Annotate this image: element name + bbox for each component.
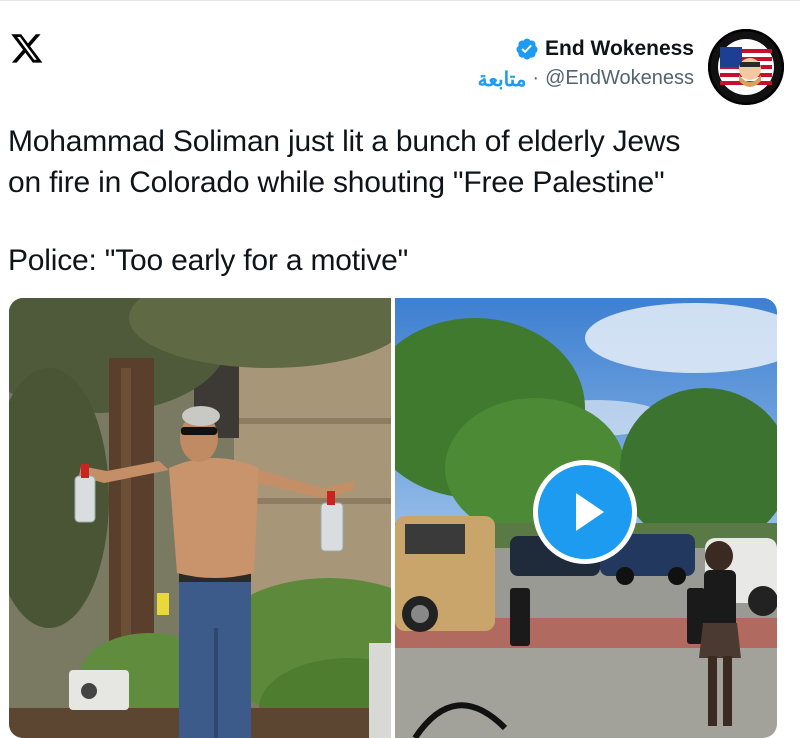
avatar-badge-icon: [708, 29, 784, 105]
photo-man-holding-bottles: [9, 298, 391, 738]
user-handle[interactable]: @EndWokeness: [545, 67, 694, 92]
video-player[interactable]: [395, 298, 777, 738]
tweet-line: Police: "Too early for a motive": [8, 244, 409, 277]
play-button[interactable]: [533, 460, 637, 564]
play-icon: [576, 493, 604, 531]
follow-button[interactable]: متابعة: [478, 67, 527, 92]
author-info: End Wokeness متابعة · @EndWokeness: [478, 35, 694, 92]
tweet-line: Mohammad Soliman just lit a bunch of eld…: [8, 125, 681, 158]
avatar[interactable]: [708, 29, 784, 105]
tweet-card: End Wokeness متابعة · @EndWokeness Moham…: [0, 0, 800, 738]
separator: ·: [532, 67, 540, 89]
photo-left[interactable]: [9, 298, 391, 738]
tweet-text: Mohammad Soliman just lit a bunch of eld…: [8, 121, 788, 281]
verified-badge-icon: [516, 38, 538, 60]
display-name[interactable]: End Wokeness: [545, 37, 694, 61]
tweet-line: on fire in Colorado while shouting "Free…: [8, 166, 665, 199]
x-logo-icon[interactable]: [10, 31, 44, 65]
media-grid: [9, 298, 777, 738]
